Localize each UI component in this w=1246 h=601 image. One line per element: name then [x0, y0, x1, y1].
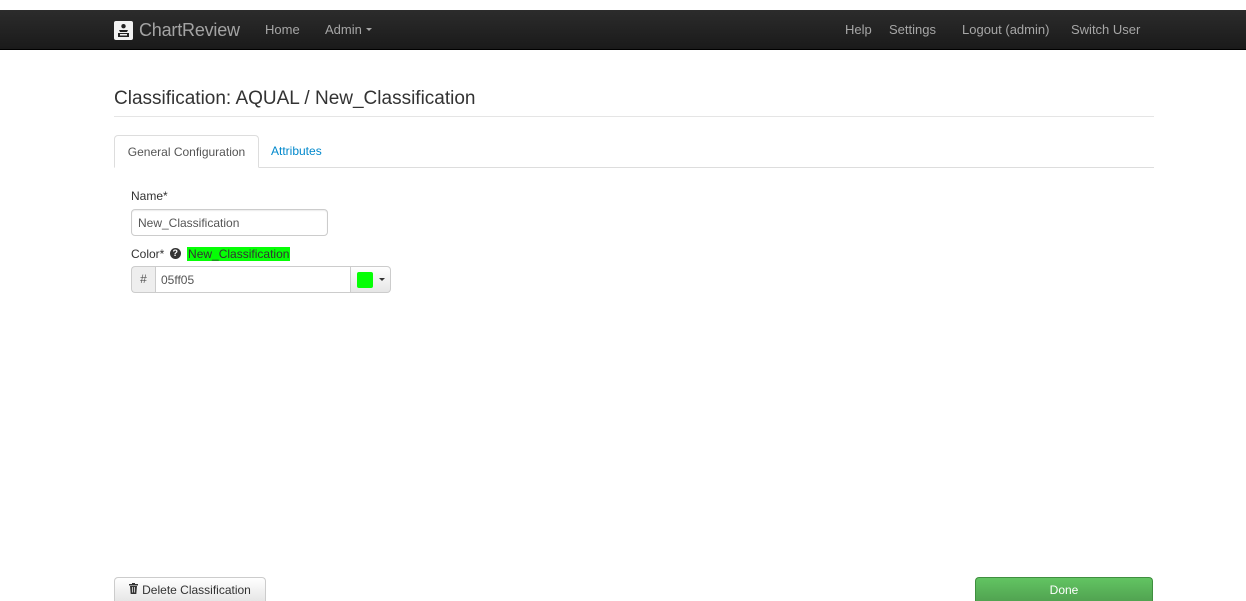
nav-home[interactable]: Home	[265, 10, 300, 50]
question-circle-icon[interactable]: ?	[169, 248, 181, 260]
color-preview-text: New_Classification	[187, 247, 291, 261]
tabs-divider	[114, 167, 1154, 168]
nav-admin-label: Admin	[325, 22, 362, 37]
color-hex-input[interactable]	[155, 266, 351, 293]
color-label-row: Color* ? New_Classification	[131, 247, 291, 261]
name-input[interactable]	[131, 209, 328, 236]
nav-switch-user[interactable]: Switch User	[1071, 10, 1140, 50]
chevron-down-icon	[379, 278, 385, 281]
color-input-group: #	[131, 266, 391, 293]
hash-prefix: #	[131, 266, 155, 293]
delete-classification-button[interactable]: Delete Classification	[114, 577, 266, 601]
chevron-down-icon	[365, 28, 372, 32]
tab-attributes[interactable]: Attributes	[271, 135, 322, 168]
tab-general-configuration[interactable]: General Configuration	[114, 135, 259, 168]
header-divider	[114, 116, 1154, 117]
color-picker-button[interactable]	[351, 266, 391, 293]
nav-settings[interactable]: Settings	[889, 10, 936, 50]
delete-button-label: Delete Classification	[142, 582, 251, 597]
nav-logout[interactable]: Logout (admin)	[962, 10, 1049, 50]
color-label: Color*	[131, 247, 165, 261]
brand-link[interactable]: ChartReview	[114, 10, 240, 50]
done-button[interactable]: Done	[975, 577, 1153, 601]
color-swatch	[357, 271, 373, 288]
name-label: Name*	[131, 189, 168, 203]
trash-icon	[129, 582, 139, 597]
brand-name: ChartReview	[139, 19, 240, 40]
nav-help[interactable]: Help	[845, 10, 872, 50]
page-title: Classification: AQUAL / New_Classificati…	[114, 88, 476, 109]
nav-admin-dropdown[interactable]: Admin	[325, 10, 372, 50]
chartreview-logo-icon	[114, 20, 133, 40]
top-navbar: ChartReview Home Admin Help Settings Log…	[0, 10, 1246, 50]
